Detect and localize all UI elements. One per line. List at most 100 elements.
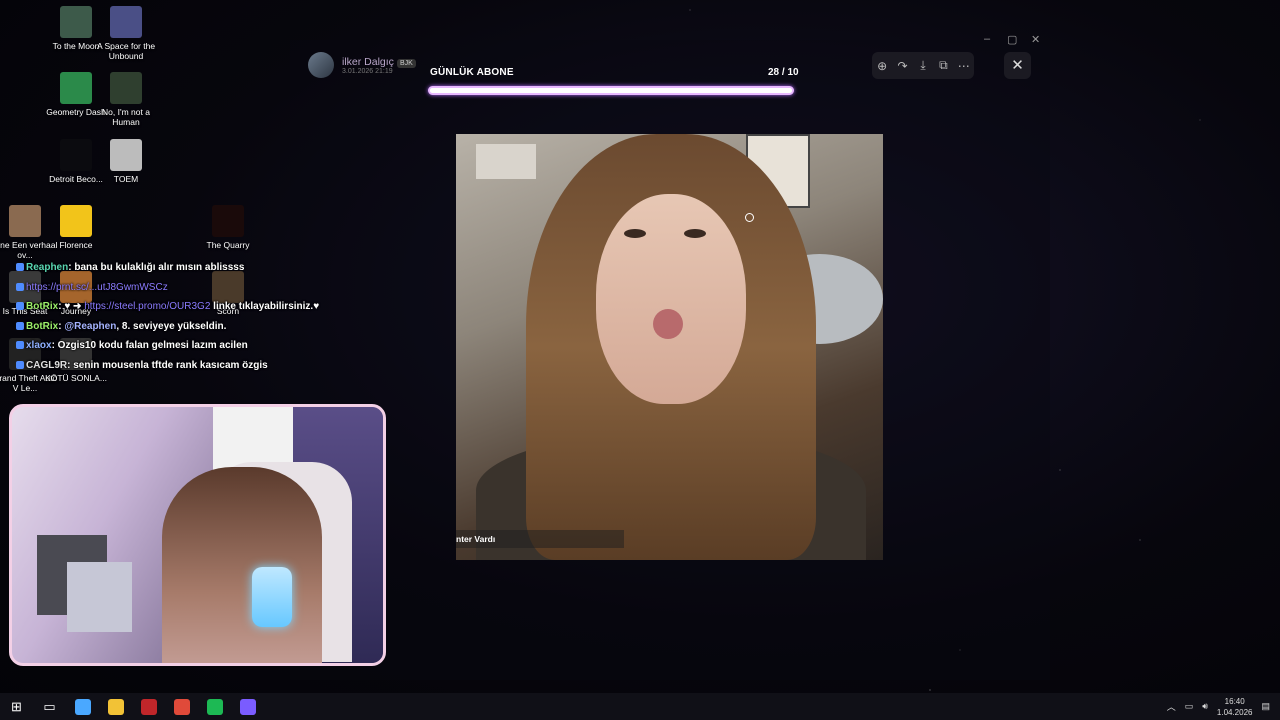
- task-view-icon[interactable]: ▭: [33, 693, 66, 720]
- sub-goal-label: GÜNLÜK ABONE: [430, 67, 514, 78]
- desktop-icon[interactable]: A Space for the Unbound: [93, 6, 159, 61]
- taskbar-clock[interactable]: 16:40 1.04.2026: [1217, 696, 1253, 718]
- copilot-icon[interactable]: [66, 693, 99, 720]
- chat-badge-icon: [16, 282, 24, 291]
- app-icon: [60, 6, 92, 38]
- app-icon[interactable]: [231, 693, 264, 720]
- sub-goal-progress-fill: [430, 88, 792, 93]
- app-icon: [9, 205, 41, 237]
- mouse-cursor: [745, 213, 754, 222]
- author-name[interactable]: ilker Dalgıç: [342, 56, 394, 68]
- app-icon: [212, 205, 244, 237]
- window-close-button[interactable]: ✕: [1031, 33, 1040, 46]
- clock-time: 16:40: [1224, 696, 1245, 706]
- app-icon: [60, 205, 92, 237]
- app-icon: [60, 72, 92, 104]
- desktop-icon-label: The Quarry: [206, 240, 250, 250]
- chat-message: xlaox: Ozgis10 kodu falan gelmesi lazım …: [16, 336, 376, 356]
- chat-username[interactable]: BotRix: [26, 301, 58, 312]
- more-icon[interactable]: ⋯: [955, 59, 973, 73]
- download-icon[interactable]: ⤓: [914, 58, 932, 73]
- chat-username[interactable]: CAGL9R: [26, 360, 67, 371]
- post-date: 3.01.2026 21:19: [342, 67, 393, 75]
- rotate-icon[interactable]: ↷: [894, 59, 912, 73]
- spotify-icon[interactable]: [198, 693, 231, 720]
- sub-goal-progress-bar: [428, 86, 794, 95]
- sub-goal-count: 28 / 10: [768, 67, 799, 78]
- desktop-icon[interactable]: Florence: [43, 205, 109, 250]
- chat-link[interactable]: https://steel.promo/OUR3G2: [84, 301, 210, 312]
- chat-badge-icon: [16, 341, 24, 350]
- desktop-icon-label: A Space for the Unbound: [96, 41, 156, 61]
- desktop-icon[interactable]: No, I'm not a Human: [93, 72, 159, 127]
- viewer-toolbar: ⊕ ↷ ⤓ ⧉ ⋯: [872, 52, 974, 79]
- chat-username[interactable]: Reaphen: [26, 262, 68, 273]
- chat-message: https://prnt.sc/...utJ8GwmWSCz: [16, 278, 376, 298]
- desktop-icon-label: Florence: [59, 240, 93, 250]
- app-tile: [239, 698, 256, 715]
- chevron-up-icon[interactable]: ︿: [1167, 700, 1176, 713]
- app-tile: [74, 698, 91, 715]
- close-viewer-button[interactable]: ✕: [1004, 52, 1031, 79]
- desktop-icon-label: TOEM: [113, 174, 139, 184]
- open-external-icon[interactable]: ⧉: [934, 58, 952, 73]
- file-explorer-icon[interactable]: [99, 693, 132, 720]
- chrome-icon[interactable]: [165, 693, 198, 720]
- app-tile: [206, 698, 223, 715]
- app-tile: [107, 698, 124, 715]
- system-tray: ︿ ▭ 🔊︎ 16:40 1.04.2026 ▤: [1167, 693, 1280, 720]
- desktop-icon[interactable]: TOEM: [93, 139, 159, 184]
- photo-bench: [476, 144, 536, 179]
- avatar[interactable]: [308, 52, 334, 78]
- app-icon: [110, 139, 142, 171]
- webcam-streamer: [162, 467, 322, 663]
- photo-eye-right: [684, 229, 706, 238]
- chat-text[interactable]: https://prnt.sc/...utJ8GwmWSCz: [26, 282, 168, 293]
- chat-text: , 8. seviyeye yükseldin.: [116, 320, 227, 332]
- zoom-in-icon[interactable]: ⊕: [873, 59, 891, 73]
- maximize-button[interactable]: ▢: [1007, 33, 1017, 46]
- voice-mod-icon[interactable]: [132, 693, 165, 720]
- volume-icon[interactable]: 🔊︎: [1202, 701, 1208, 712]
- clock-date: 1.04.2026: [1216, 707, 1253, 717]
- post-header: ilker Dalgıç BJK 3.01.2026 21:19: [308, 52, 416, 78]
- photo-lips: [653, 309, 683, 339]
- desktop-icon-label: No, I'm not a Human: [102, 107, 150, 127]
- webcam-microphone: [252, 567, 292, 627]
- app-tile: [140, 698, 157, 715]
- start-icon[interactable]: ⊞: [0, 693, 33, 720]
- minimize-button[interactable]: –: [984, 33, 990, 45]
- chat-username[interactable]: xlaox: [26, 340, 52, 351]
- chat-badge-icon: [16, 360, 24, 369]
- chat-message: Reaphen: bana bu kulaklığı alır mısın ab…: [16, 258, 376, 278]
- chat-text: : bana bu kulaklığı alır mısın ablissss: [68, 262, 245, 273]
- app-icon: [110, 6, 142, 38]
- photo-face: [596, 194, 746, 404]
- chat-mention[interactable]: @Reaphen: [64, 321, 116, 332]
- photo-eye-left: [624, 229, 646, 238]
- taskbar: ⊞ ▭ ︿ ▭ 🔊︎ 16:40 1.04.2026 ▤: [0, 693, 1280, 720]
- image-caption: nter Vardı: [456, 530, 624, 548]
- taskbar-apps: ⊞ ▭: [0, 693, 264, 720]
- chat-badge-icon: [16, 302, 24, 311]
- chat-username[interactable]: BotRix: [26, 321, 58, 332]
- chat-text: linke tıklayabilirsiniz.♥: [210, 301, 320, 312]
- app-icon: [110, 72, 142, 104]
- network-icon[interactable]: ▭: [1185, 701, 1194, 712]
- chat-text: : ♥ ➜: [58, 301, 85, 312]
- app-icon: [60, 139, 92, 171]
- chat-message: CAGL9R: senin mousenla tftde rank kasıca…: [16, 356, 376, 376]
- viewer-image[interactable]: [456, 134, 883, 560]
- chat-badge-icon: [16, 263, 24, 272]
- chat-text: : Ozgis10 kodu falan gelmesi lazım acile…: [51, 340, 248, 351]
- chat-message: BotRix: ♥ ➜ https://steel.promo/OUR3G2 l…: [16, 297, 376, 317]
- notifications-icon[interactable]: ▤: [1261, 701, 1270, 712]
- app-tile: [173, 698, 190, 715]
- webcam-product-box: [67, 562, 132, 632]
- chat-overlay: Reaphen: bana bu kulaklığı alır mısın ab…: [16, 258, 376, 375]
- chat-text: : senin mousenla tftde rank kasıcam özgi…: [67, 359, 268, 371]
- desktop-icon[interactable]: The Quarry: [195, 205, 261, 250]
- chat-message: BotRix: @Reaphen, 8. seviyeye yükseldin.: [16, 317, 376, 337]
- author-badge: BJK: [396, 58, 416, 68]
- chat-badge-icon: [16, 321, 24, 330]
